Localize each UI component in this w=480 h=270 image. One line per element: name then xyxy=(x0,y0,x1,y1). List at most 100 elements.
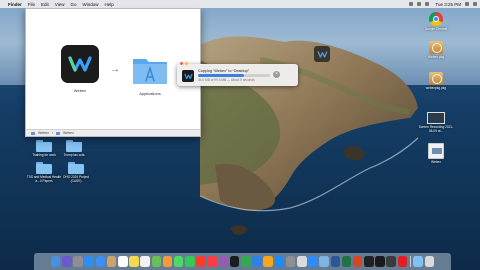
desktop-folder[interactable]: OHO 2024 Project (CASE) xyxy=(58,162,94,183)
dock-music-icon[interactable] xyxy=(207,256,218,267)
menubar-status-area: Tue 3:25 PM xyxy=(409,2,477,7)
screenshot-icon xyxy=(427,112,445,124)
dock-tv-icon[interactable] xyxy=(229,256,240,267)
webex-logo-icon xyxy=(317,50,327,58)
dock-news-icon[interactable] xyxy=(196,256,206,267)
dock-excel-icon[interactable] xyxy=(341,256,352,267)
dock-facetime-icon[interactable] xyxy=(185,256,195,267)
path-item[interactable]: Webex xyxy=(38,131,49,135)
dock-quicktime-icon[interactable] xyxy=(386,256,397,267)
folder-icon xyxy=(68,162,84,174)
menu-bar: Finder File Edit View Go Window Help Tue… xyxy=(0,0,480,8)
finder-window: Webex → Applications Drag to Application… xyxy=(25,8,201,137)
path-separator: › xyxy=(51,131,54,135)
dock-messages-icon[interactable] xyxy=(173,256,184,267)
dock-siri-icon[interactable] xyxy=(62,256,72,267)
copy-progress-fill xyxy=(198,74,245,77)
dock-system-preferences-icon[interactable] xyxy=(285,256,296,267)
applications-folder-icon[interactable] xyxy=(132,55,168,85)
desktop-item-video[interactable]: Webex xyxy=(418,143,454,164)
volume-path-icon xyxy=(31,131,35,135)
finder-content: Webex → Applications Drag to Application… xyxy=(26,9,200,135)
volume-icon[interactable] xyxy=(425,2,430,6)
menu-finder[interactable]: Finder xyxy=(8,2,22,7)
desktop-item-label: Google Chrome xyxy=(424,27,448,31)
webex-app-icon[interactable] xyxy=(61,45,99,83)
finder-path-bar: Webex › Webex xyxy=(26,129,200,136)
menu-go[interactable]: Go xyxy=(70,2,76,7)
window-controls xyxy=(180,62,188,65)
desktop-item-label: Screen Recording 2021-08-09 at... xyxy=(418,125,454,133)
desktop-folder-label: TSS and Medical Health a...0 Papers xyxy=(26,175,62,183)
dock-zoom-icon[interactable] xyxy=(308,256,318,267)
dock-powerpoint-icon[interactable] xyxy=(352,256,363,267)
dock-notes-icon[interactable] xyxy=(129,256,139,267)
desktop-folder-label: Training for work xyxy=(32,153,56,157)
applications-label: Applications xyxy=(139,91,161,96)
desktop-item-label: Webex xyxy=(431,160,441,164)
menu-file[interactable]: File xyxy=(28,2,35,7)
dock-pages-icon[interactable] xyxy=(263,256,273,267)
dock-app-store-icon[interactable] xyxy=(274,256,285,267)
dock-numbers-icon[interactable] xyxy=(241,256,251,267)
menu-window[interactable]: Window xyxy=(83,2,99,7)
spotlight-icon[interactable] xyxy=(465,2,469,6)
dock-maps-icon[interactable] xyxy=(151,256,162,267)
desktop-item-package[interactable]: Webex.pkg xyxy=(418,41,454,59)
dock-safari-icon[interactable] xyxy=(84,256,94,267)
dock-separator xyxy=(409,256,411,267)
desktop-folder-label: Trump tax cuts xyxy=(63,153,85,157)
desktop-item-label: Webex.pkg xyxy=(428,55,444,59)
desktop-item-package[interactable]: webexpkg.pkg xyxy=(418,72,454,90)
menu-help[interactable]: Help xyxy=(105,2,114,7)
dock-mail-icon[interactable] xyxy=(95,256,106,267)
arrow-right-icon: → xyxy=(110,64,120,75)
desktop-item-screenshot[interactable]: Screen Recording 2021-08-09 at... xyxy=(418,112,454,133)
close-window-button[interactable] xyxy=(180,62,183,65)
menubar-clock[interactable]: Tue 3:25 PM xyxy=(435,2,461,7)
menu-view[interactable]: View xyxy=(55,2,65,7)
package-icon xyxy=(429,72,443,85)
menu-edit[interactable]: Edit xyxy=(41,2,49,7)
control-center-icon[interactable] xyxy=(473,2,477,6)
battery-icon[interactable] xyxy=(417,2,422,6)
webex-volume-icon[interactable] xyxy=(314,46,330,62)
minimize-window-button[interactable] xyxy=(184,62,188,65)
dock-contacts-icon[interactable] xyxy=(106,256,117,267)
dock-webex-icon[interactable] xyxy=(375,256,385,267)
folder-icon xyxy=(36,162,52,174)
dock-podcasts-icon[interactable] xyxy=(218,256,229,267)
dock-terminal-icon[interactable] xyxy=(364,256,374,267)
dock-reminders-icon[interactable] xyxy=(140,256,150,267)
dock-launchpad-icon[interactable] xyxy=(73,256,83,267)
webex-logo-icon xyxy=(68,56,92,72)
dock-finder-icon[interactable] xyxy=(50,256,61,267)
copy-progress-dialog: Copying “Webex” to “Desktop” 34.0 MB of … xyxy=(177,62,298,86)
chrome-icon xyxy=(429,12,443,26)
desktop-item-label: webexpkg.pkg xyxy=(425,86,447,90)
desktop-folder[interactable]: TSS and Medical Health a...0 Papers xyxy=(26,162,62,183)
desktop-folder-label: OHO 2024 Project (CASE) xyxy=(62,175,90,183)
dock-acrobat-icon[interactable] xyxy=(397,256,408,267)
path-item[interactable]: Webex xyxy=(63,131,74,135)
folder-icon xyxy=(36,140,52,152)
dock-preview-icon[interactable] xyxy=(319,256,329,267)
dock-calendar-icon[interactable] xyxy=(117,256,128,267)
dock-word-icon[interactable] xyxy=(330,256,341,267)
dock-chrome-icon[interactable] xyxy=(296,256,307,267)
dock-photos-icon[interactable] xyxy=(162,256,173,267)
package-icon xyxy=(429,41,443,54)
cancel-copy-button[interactable]: × xyxy=(273,71,280,78)
dock-keynote-icon[interactable] xyxy=(252,256,262,267)
dock xyxy=(34,253,451,270)
dock-folder-downloads-icon[interactable] xyxy=(413,256,423,267)
copy-title: Copying “Webex” to “Desktop” xyxy=(198,69,249,73)
folder-icon xyxy=(66,140,82,152)
desktop-folder[interactable]: Trump tax cuts xyxy=(56,140,92,157)
copy-file-icon xyxy=(182,70,194,82)
copy-status: 34.0 MB of 99.6 MB — About 5 seconds xyxy=(198,78,255,82)
dock-trash-icon[interactable] xyxy=(424,256,435,267)
video-icon xyxy=(428,143,444,159)
wifi-icon[interactable] xyxy=(409,2,414,6)
desktop-item-chrome[interactable]: Google Chrome xyxy=(418,12,454,31)
